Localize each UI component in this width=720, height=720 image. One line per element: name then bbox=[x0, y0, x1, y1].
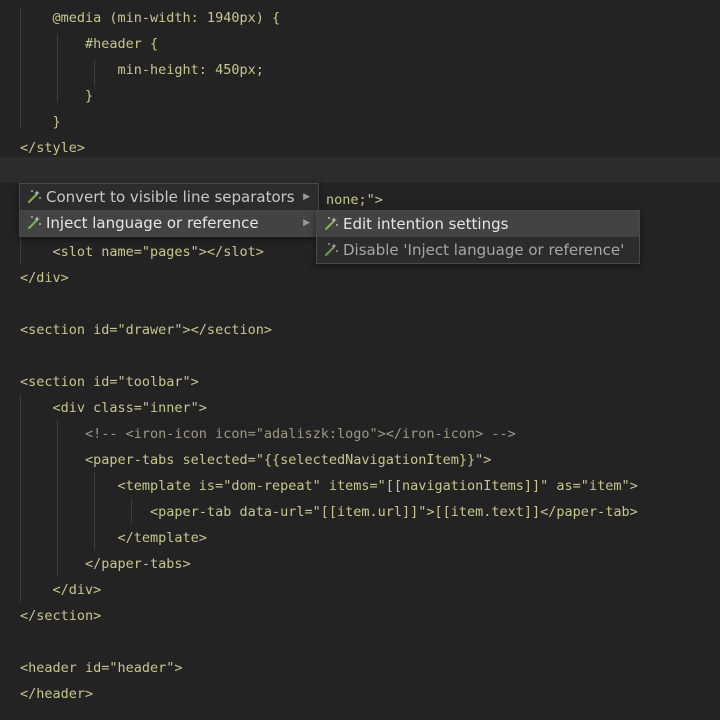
code-line[interactable]: </section> bbox=[20, 603, 101, 629]
code-line[interactable]: <div class="inner"> bbox=[20, 395, 207, 421]
code-line[interactable]: <paper-tabs selected="{{selectedNavigati… bbox=[20, 447, 491, 473]
submenu-arrow-icon: ▶ bbox=[303, 218, 310, 228]
code-editor[interactable]: @media (min-width: 1940px) { #header { m… bbox=[0, 0, 720, 720]
code-line[interactable]: <slot name="pages"></slot> bbox=[20, 239, 264, 265]
menu-item-label: Inject language or reference bbox=[46, 214, 259, 232]
code-line[interactable]: </div> bbox=[20, 577, 102, 603]
menu-item-label: Disable 'Inject language or reference' bbox=[343, 241, 625, 259]
code-line[interactable]: <section id="drawer"></section> bbox=[20, 317, 272, 343]
code-line[interactable]: </div> bbox=[20, 265, 69, 291]
menu-item-label: Convert to visible line separators bbox=[46, 188, 295, 206]
code-line[interactable]: <template is="dom-repeat" items="[[navig… bbox=[20, 473, 638, 499]
code-line[interactable]: } bbox=[20, 109, 61, 135]
intention-actions-menu: Convert to visible line separators ▶ Inj… bbox=[19, 183, 319, 237]
magic-wand-icon bbox=[28, 190, 41, 203]
menu-item-convert-line-separators[interactable]: Convert to visible line separators ▶ bbox=[20, 184, 318, 210]
code-line[interactable]: </style> bbox=[20, 135, 85, 161]
magic-wand-icon bbox=[325, 217, 338, 230]
magic-wand-icon bbox=[325, 243, 338, 256]
code-line[interactable]: min-height: 450px; bbox=[20, 57, 264, 83]
code-line[interactable]: </template> bbox=[20, 525, 207, 551]
code-line[interactable]: <paper-tab data-url="[[item.url]]">[[ite… bbox=[20, 499, 638, 525]
code-comment-line[interactable]: <!-- <iron-icon icon="adaliszk:logo"></i… bbox=[20, 421, 516, 447]
code-line[interactable]: #header { bbox=[20, 31, 158, 57]
code-line[interactable]: } bbox=[20, 83, 93, 109]
menu-item-edit-intention-settings[interactable]: Edit intention settings bbox=[317, 211, 639, 237]
menu-item-label: Edit intention settings bbox=[343, 215, 509, 233]
intention-submenu: Edit intention settings Disable 'Inject … bbox=[316, 210, 640, 264]
submenu-arrow-icon: ▶ bbox=[303, 192, 310, 202]
code-line[interactable]: <header id="header"> bbox=[20, 655, 183, 681]
magic-wand-icon bbox=[28, 216, 41, 229]
menu-item-inject-language[interactable]: Inject language or reference ▶ bbox=[20, 210, 318, 236]
code-line[interactable]: </paper-tabs> bbox=[20, 551, 191, 577]
menu-item-disable-inject-language[interactable]: Disable 'Inject language or reference' bbox=[317, 237, 639, 263]
code-line[interactable]: <section id="toolbar"> bbox=[20, 369, 199, 395]
code-line[interactable]: @media (min-width: 1940px) { bbox=[20, 5, 281, 31]
current-line-highlight bbox=[0, 157, 720, 183]
code-line[interactable]: </header> bbox=[20, 681, 93, 707]
